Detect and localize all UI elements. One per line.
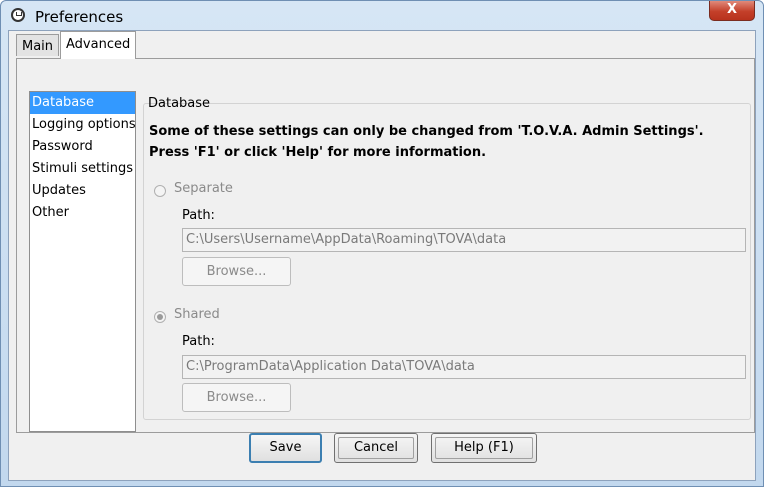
separate-radio-label: Separate bbox=[174, 181, 233, 196]
shared-radio[interactable] bbox=[154, 311, 166, 323]
shared-browse-button[interactable]: Browse... bbox=[182, 383, 291, 412]
close-icon: X bbox=[726, 2, 738, 17]
separate-radio[interactable] bbox=[154, 185, 166, 197]
cancel-button[interactable]: Cancel bbox=[334, 433, 418, 463]
tab-advanced-label: Advanced bbox=[66, 37, 131, 52]
separate-browse-button[interactable]: Browse... bbox=[182, 257, 291, 286]
shared-path-field[interactable]: C:\ProgramData\Application Data\TOVA\dat… bbox=[182, 355, 746, 379]
settings-note-line-2: Press 'F1' or click 'Help' for more info… bbox=[149, 145, 487, 160]
sidebar-item-updates[interactable]: Updates bbox=[30, 180, 135, 202]
app-icon bbox=[11, 8, 25, 22]
sidebar-item-other[interactable]: Other bbox=[30, 202, 135, 224]
sidebar-item-password[interactable]: Password bbox=[30, 136, 135, 158]
shared-radio-label: Shared bbox=[174, 307, 220, 322]
sidebar-item-logging-options[interactable]: Logging options bbox=[30, 114, 136, 136]
help-button[interactable]: Help (F1) bbox=[431, 433, 537, 463]
tab-advanced[interactable]: Advanced bbox=[60, 31, 137, 59]
save-button[interactable]: Save bbox=[249, 433, 322, 463]
category-list: Database Logging options Password Stimul… bbox=[29, 91, 136, 432]
tab-main[interactable]: Main bbox=[16, 34, 60, 56]
close-button[interactable]: X bbox=[709, 1, 755, 21]
shared-path-label: Path: bbox=[182, 334, 215, 349]
save-button-label: Save bbox=[269, 440, 302, 455]
title-bar[interactable]: Preferences X bbox=[1, 1, 763, 31]
sidebar-item-database[interactable]: Database bbox=[30, 92, 135, 114]
window-title: Preferences bbox=[35, 8, 124, 26]
cancel-button-label: Cancel bbox=[353, 440, 399, 455]
sidebar-item-stimuli-settings[interactable]: Stimuli settings bbox=[30, 158, 135, 180]
tab-main-label: Main bbox=[22, 39, 54, 54]
settings-note: Some of these settings can only be chang… bbox=[149, 121, 749, 163]
separate-path-field[interactable]: C:\Users\Username\AppData\Roaming\TOVA\d… bbox=[182, 228, 746, 252]
settings-note-line-1: Some of these settings can only be chang… bbox=[149, 124, 704, 139]
separate-path-label: Path: bbox=[182, 208, 215, 223]
database-group-title: Database bbox=[148, 96, 211, 111]
help-button-label: Help (F1) bbox=[454, 440, 514, 455]
